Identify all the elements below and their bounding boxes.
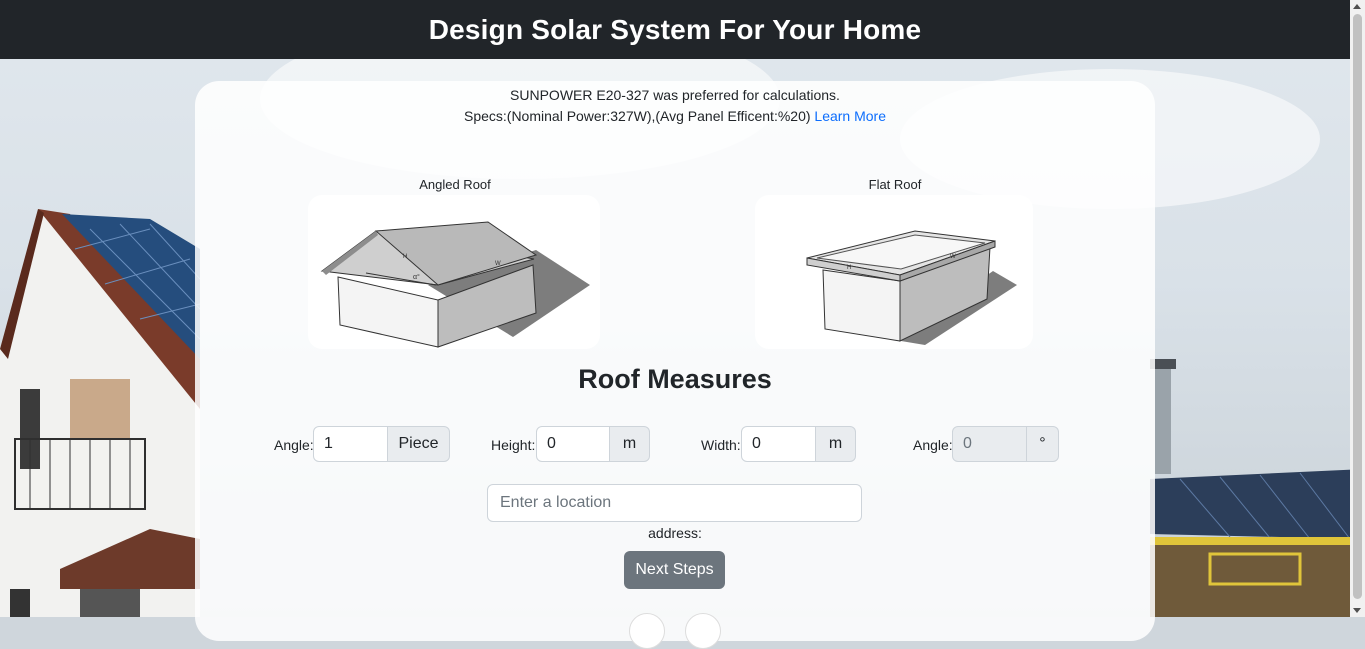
flat-roof-label: Flat Roof bbox=[868, 177, 922, 192]
width-label: Width: bbox=[701, 437, 741, 453]
address-label: address: bbox=[648, 525, 702, 541]
width-input[interactable] bbox=[741, 426, 816, 462]
width-mark: W bbox=[495, 261, 501, 267]
flat-roof-option[interactable]: H W bbox=[755, 195, 1033, 349]
learn-more-link[interactable]: Learn More bbox=[814, 108, 886, 124]
scrollbar-thumb[interactable] bbox=[1353, 14, 1362, 599]
top-header: Design Solar System For Your Home bbox=[0, 0, 1350, 59]
flat-height-mark: H bbox=[847, 265, 851, 271]
panel-specs-text: Specs:(Nominal Power:327W),(Avg Panel Ef… bbox=[463, 108, 811, 124]
panel-count-label: Angle: bbox=[274, 437, 314, 453]
angle-mark: α° bbox=[413, 273, 420, 281]
scroll-down-arrow-icon[interactable] bbox=[1353, 608, 1361, 613]
angle-unit: ° bbox=[1027, 426, 1059, 462]
panel-count-unit: Piece bbox=[388, 426, 450, 462]
panel-specs-line: Specs:(Nominal Power:327W),(Avg Panel Ef… bbox=[195, 106, 1155, 127]
angled-roof-image: H W α° bbox=[320, 221, 590, 348]
step-indicator-1[interactable] bbox=[629, 613, 665, 649]
width-unit: m bbox=[816, 426, 856, 462]
step-indicator-2[interactable] bbox=[685, 613, 721, 649]
scroll-up-arrow-icon[interactable] bbox=[1353, 4, 1361, 9]
preferred-panel-text: SUNPOWER E20-327 was preferred for calcu… bbox=[510, 87, 840, 103]
flat-roof-image: H W bbox=[806, 230, 1017, 345]
location-search-input[interactable] bbox=[487, 484, 862, 522]
angle-input bbox=[952, 426, 1027, 462]
angled-roof-option[interactable]: H W α° bbox=[308, 195, 600, 349]
height-input[interactable] bbox=[536, 426, 610, 462]
house-illustration bbox=[0, 209, 200, 617]
height-label: Height: bbox=[491, 437, 536, 453]
height-unit: m bbox=[610, 426, 650, 462]
next-steps-button[interactable]: Next Steps bbox=[624, 551, 725, 589]
angle-label: Angle: bbox=[913, 437, 953, 453]
angled-roof-label: Angled Roof bbox=[419, 177, 491, 192]
panel-count-input[interactable] bbox=[313, 426, 388, 462]
page-scrollbar[interactable] bbox=[1350, 0, 1365, 617]
panel-info: SUNPOWER E20-327 was preferred for calcu… bbox=[195, 85, 1155, 127]
flat-width-mark: W bbox=[950, 254, 956, 260]
building-illustration bbox=[1150, 359, 1365, 617]
main-panel: SUNPOWER E20-327 was preferred for calcu… bbox=[195, 81, 1155, 649]
roof-measures-title: Roof Measures bbox=[578, 364, 772, 394]
page-title: Design Solar System For Your Home bbox=[428, 13, 922, 45]
height-mark: H bbox=[403, 254, 407, 260]
